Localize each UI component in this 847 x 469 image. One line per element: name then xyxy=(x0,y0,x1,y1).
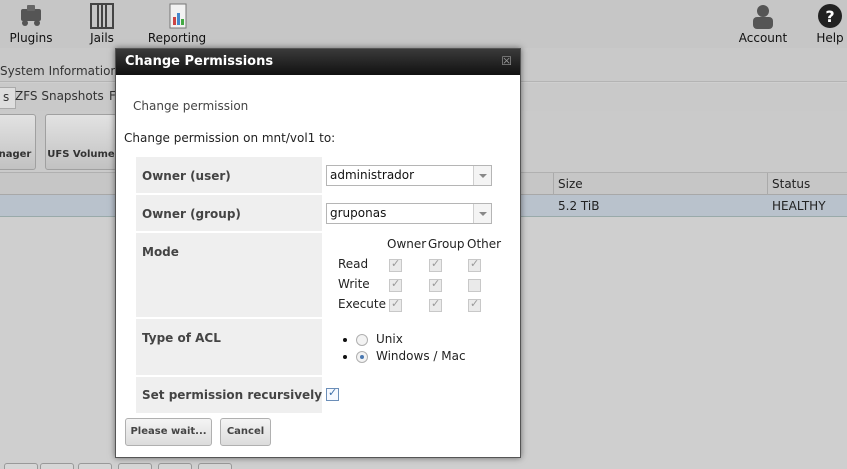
bottom-button[interactable] xyxy=(40,463,74,469)
dialog-title: Change Permissions xyxy=(125,54,274,69)
acl-cell: Unix Windows / Mac xyxy=(322,319,502,375)
jails-icon xyxy=(90,3,114,29)
bullet xyxy=(343,338,347,342)
mode-col-group: Group xyxy=(428,237,465,251)
acl-unix-label[interactable]: Unix xyxy=(376,332,403,346)
acl-row: Type of ACL Unix Windows / Mac xyxy=(136,319,502,375)
bullet xyxy=(343,355,347,359)
cancel-button[interactable]: Cancel xyxy=(220,418,271,446)
recursive-row: Set permission recursively xyxy=(136,377,502,413)
acl-windows-mac-label[interactable]: Windows / Mac xyxy=(376,349,466,363)
reporting-icon xyxy=(169,3,187,29)
account-label: Account xyxy=(738,31,788,45)
execute-group-checkbox[interactable] xyxy=(429,297,442,312)
recursive-cell xyxy=(322,377,502,413)
chevron-down-icon[interactable] xyxy=(473,166,491,185)
owner-group-select[interactable]: gruponas xyxy=(326,203,492,224)
plugins-icon xyxy=(21,5,41,26)
owner-user-label: Owner (user) xyxy=(142,169,231,183)
write-owner-checkbox[interactable] xyxy=(389,277,402,292)
close-icon[interactable]: ☒ xyxy=(501,53,512,69)
owner-group-cell: gruponas xyxy=(322,195,502,231)
volume-manager-label: nager xyxy=(0,149,32,160)
acl-unix-radio[interactable] xyxy=(356,334,368,346)
dialog-titlebar[interactable]: Change Permissions ☒ xyxy=(116,49,520,75)
system-information-tab[interactable]: System Information xyxy=(0,64,118,78)
mode-execute-label: Execute xyxy=(338,297,386,311)
reporting-nav-button[interactable]: Reporting xyxy=(146,0,208,48)
bottom-button[interactable] xyxy=(4,463,38,469)
read-group-checkbox[interactable] xyxy=(429,257,442,272)
mode-read-label: Read xyxy=(338,257,369,271)
mode-cell: Owner Group Other Read Write Execute xyxy=(322,233,502,317)
owner-user-value: administrador xyxy=(330,168,415,182)
top-navigation-bar: Plugins Jails Reporting Account ? Help xyxy=(0,0,847,48)
recursive-label: Set permission recursively xyxy=(142,388,323,402)
change-permissions-dialog: Change Permissions ☒ Change permission C… xyxy=(115,48,521,458)
write-group-checkbox[interactable] xyxy=(429,277,442,292)
volume-manager-button[interactable]: nager xyxy=(0,114,36,170)
help-icon: ? xyxy=(818,4,842,28)
please-wait-button[interactable]: Please wait... xyxy=(125,418,212,446)
plugins-label: Plugins xyxy=(9,31,53,45)
tab-zfs-snapshots[interactable]: ZFS Snapshots xyxy=(9,87,110,109)
help-label: Help xyxy=(816,31,844,45)
bottom-button-bar xyxy=(0,460,847,469)
jails-label: Jails xyxy=(90,31,114,45)
mode-col-owner: Owner xyxy=(387,237,427,251)
plugins-nav-button[interactable]: Plugins xyxy=(8,0,54,48)
owner-group-value: gruponas xyxy=(330,206,387,220)
jails-nav-button[interactable]: Jails xyxy=(84,0,120,48)
ufs-volume-label: UFS Volume xyxy=(47,149,115,160)
chevron-down-icon[interactable] xyxy=(473,204,491,223)
account-icon xyxy=(753,5,773,29)
execute-owner-checkbox[interactable] xyxy=(389,297,402,312)
owner-group-label: Owner (group) xyxy=(142,207,241,221)
read-owner-checkbox[interactable] xyxy=(389,257,402,272)
mode-write-label: Write xyxy=(338,277,370,291)
reporting-label: Reporting xyxy=(147,31,207,45)
acl-label: Type of ACL xyxy=(142,331,221,345)
bottom-button[interactable] xyxy=(198,463,232,469)
read-other-checkbox[interactable] xyxy=(468,257,481,272)
owner-group-row: Owner (group) gruponas xyxy=(136,195,502,231)
bottom-button[interactable] xyxy=(78,463,112,469)
mode-row: Mode Owner Group Other Read Write Execut… xyxy=(136,233,502,317)
help-nav-button[interactable]: ? Help xyxy=(812,0,847,48)
write-other-checkbox[interactable] xyxy=(468,279,481,292)
ufs-volume-button[interactable]: UFS Volume xyxy=(45,114,117,170)
size-column-header[interactable]: Size xyxy=(553,173,583,195)
dialog-heading: Change permission xyxy=(133,99,249,113)
execute-other-checkbox[interactable] xyxy=(468,297,481,312)
owner-user-cell: administrador xyxy=(322,157,502,193)
account-nav-button[interactable]: Account xyxy=(736,0,790,48)
dialog-subheading: Change permission on mnt/vol1 to: xyxy=(124,131,336,145)
owner-user-select[interactable]: administrador xyxy=(326,165,492,186)
row-status: HEALTHY xyxy=(772,199,826,213)
bottom-button[interactable] xyxy=(118,463,152,469)
mode-label: Mode xyxy=(142,245,179,259)
row-size: 5.2 TiB xyxy=(558,199,600,213)
recursive-checkbox[interactable] xyxy=(326,386,339,401)
owner-user-row: Owner (user) administrador xyxy=(136,157,502,193)
svg-text:?: ? xyxy=(825,7,834,26)
mode-col-other: Other xyxy=(467,237,502,251)
acl-windows-mac-radio[interactable] xyxy=(356,351,368,363)
status-column-header[interactable]: Status xyxy=(767,173,810,195)
bottom-button[interactable] xyxy=(158,463,192,469)
